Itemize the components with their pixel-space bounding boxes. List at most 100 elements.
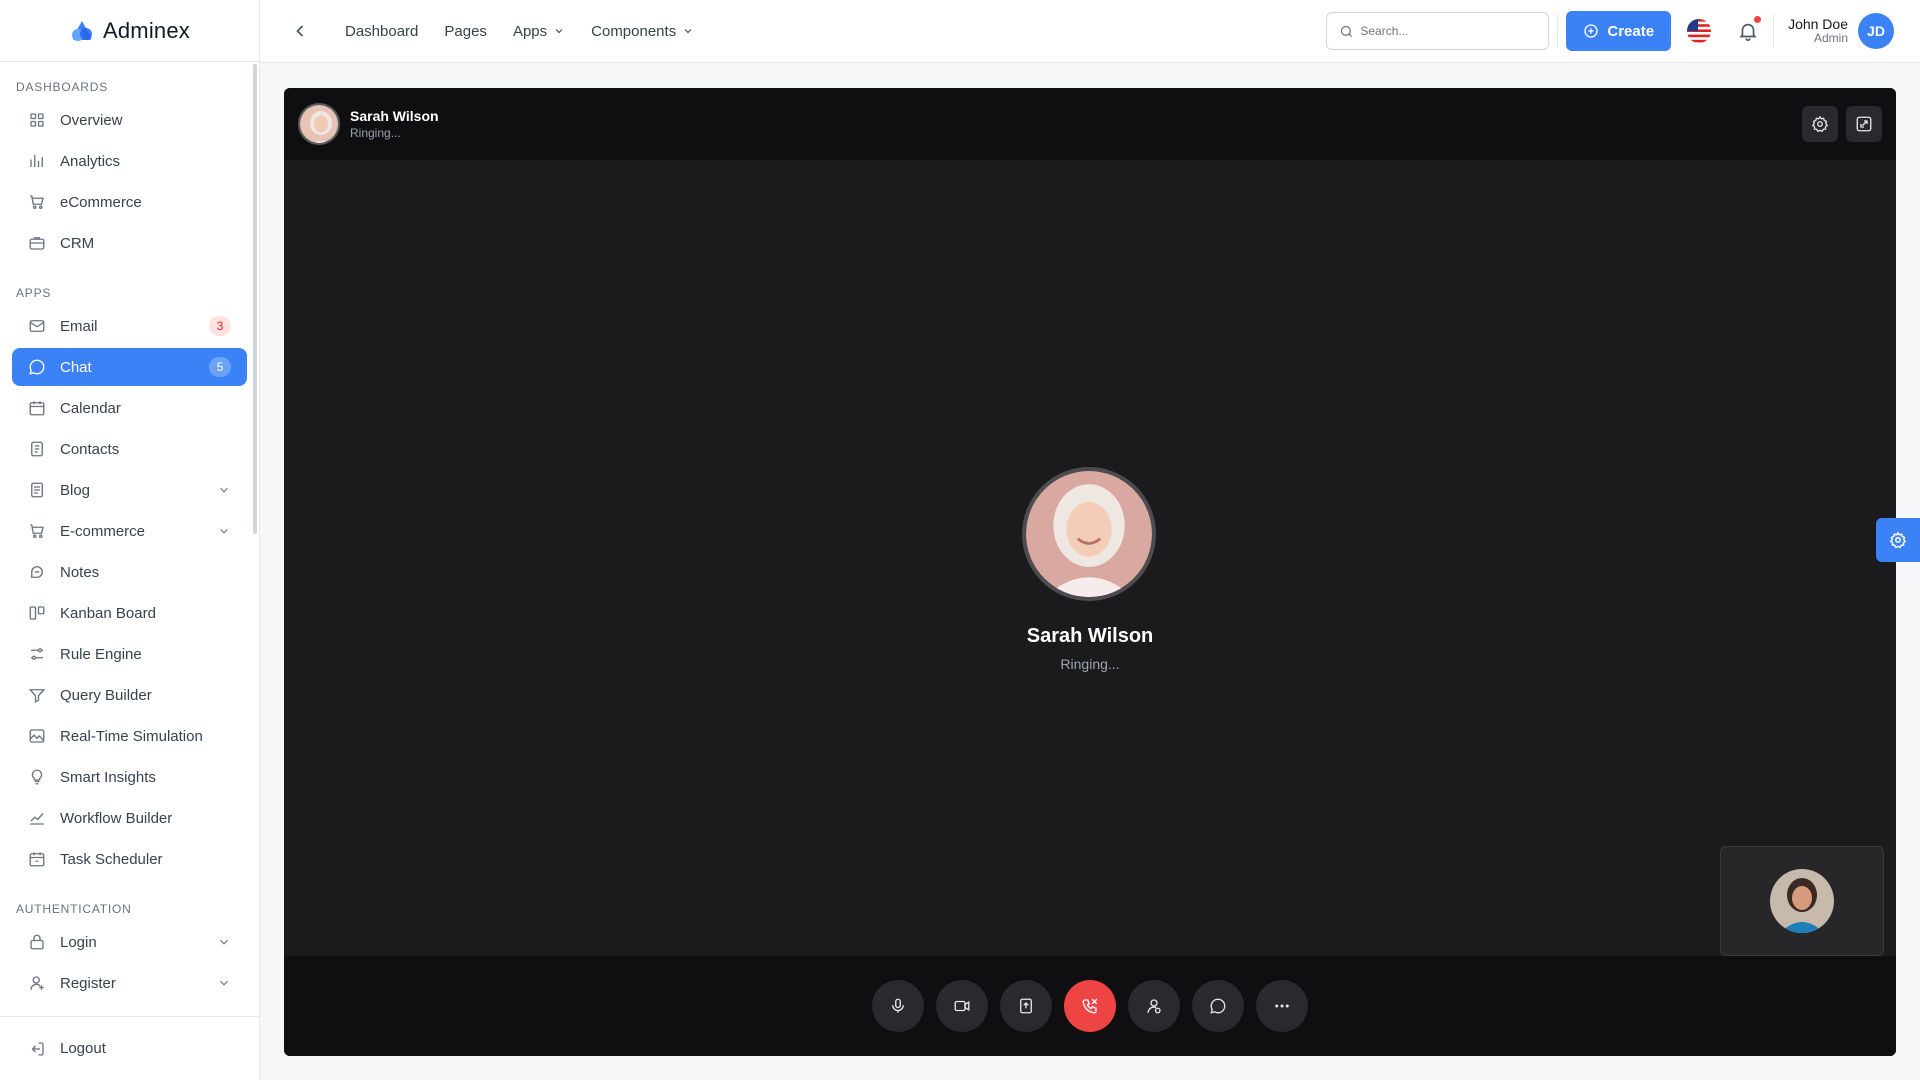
sidebar-item-label: Chat	[60, 358, 92, 376]
chat-button[interactable]	[1192, 980, 1244, 1032]
topnav-components[interactable]: Components	[591, 23, 694, 40]
share-screen-button[interactable]	[1000, 980, 1052, 1032]
sidebar-section-title: Authentication	[16, 902, 132, 916]
add-user-icon	[1147, 999, 1161, 1014]
us-flag-icon[interactable]	[1687, 19, 1712, 43]
screen-share-icon	[1020, 998, 1032, 1014]
add-participant-button[interactable]	[1128, 980, 1180, 1032]
topnav-label: Apps	[512, 22, 548, 40]
app-logo[interactable]: Adminex	[0, 0, 259, 62]
sidebar-item-label: Login	[60, 933, 97, 951]
chevron-down-icon	[555, 29, 563, 34]
sidebar-item-crm[interactable]: CRM	[12, 224, 247, 262]
sliders-icon	[31, 648, 43, 660]
mute-button[interactable]	[872, 980, 924, 1032]
sidebar-item-label: Notes	[60, 563, 100, 581]
video-call-panel: Sarah Wilson Ringing... Sarah Wilson Rin…	[284, 88, 1896, 1056]
topnav-apps[interactable]: Apps	[513, 23, 565, 40]
contact-avatar-large	[1022, 467, 1156, 601]
sidebar-item-task-scheduler[interactable]: Task Scheduler	[12, 840, 247, 878]
sidebar-item-email[interactable]: Email 3	[12, 307, 247, 345]
chat-icon	[29, 359, 45, 375]
expand-button[interactable]	[1846, 106, 1882, 142]
topnav-dashboard[interactable]: Dashboard	[345, 23, 418, 40]
notification-dot	[1754, 16, 1762, 23]
filter-icon	[28, 689, 46, 703]
sidebar-item-analytics[interactable]: Analytics	[12, 142, 247, 180]
camera-button[interactable]	[936, 980, 988, 1032]
line-chart-icon	[30, 813, 44, 825]
top-nav: Dashboard Pages Apps Components	[345, 23, 694, 40]
sidebar-item-ecommerce[interactable]: eCommerce	[12, 183, 247, 221]
plus-circle-icon	[1584, 24, 1599, 38]
sidebar-item-workflow-builder[interactable]: Workflow Builder	[12, 799, 247, 837]
sidebar-item-query-builder[interactable]: Query Builder	[12, 676, 247, 714]
briefcase-icon	[29, 237, 45, 250]
search-box[interactable]	[1326, 12, 1550, 50]
calendar-icon	[29, 401, 45, 416]
sidebar-item-smart-insights[interactable]: Smart Insights	[12, 758, 247, 796]
gear-icon	[1889, 531, 1907, 549]
chevron-down-icon	[220, 980, 228, 986]
sidebar-item-label: Kanban Board	[60, 604, 156, 622]
more-icon	[1275, 1004, 1289, 1008]
app-name: Adminex	[103, 17, 190, 43]
sidebar-item-e-commerce[interactable]: E-commerce	[12, 512, 247, 550]
user-menu[interactable]: John Doe Admin JD	[1788, 13, 1894, 49]
sidebar-item-blog[interactable]: Blog	[12, 471, 247, 509]
more-options-button[interactable]	[1256, 980, 1308, 1032]
bell-icon	[1739, 23, 1757, 41]
sidebar-item-overview[interactable]: Overview	[12, 101, 247, 139]
lock-icon	[30, 934, 44, 950]
call-header: Sarah Wilson Ringing...	[284, 88, 1896, 160]
logout-icon	[31, 1041, 44, 1056]
sidebar-item-chat[interactable]: Chat 5	[12, 348, 247, 386]
sidebar-item-label: Task Scheduler	[60, 850, 163, 868]
sidebar-item-notes[interactable]: Notes	[12, 553, 247, 591]
chat-icon	[1210, 998, 1226, 1014]
calendar-clock-icon	[29, 852, 45, 867]
call-controls	[284, 956, 1896, 1056]
sidebar-item-calendar[interactable]: Calendar	[12, 389, 247, 427]
topnav-pages[interactable]: Pages	[444, 23, 487, 40]
kanban-icon	[29, 606, 45, 620]
sidebar-item-real-time-simulation[interactable]: Real-Time Simulation	[12, 717, 247, 755]
avatar[interactable]: JD	[1858, 13, 1894, 49]
logout-button[interactable]: Logout	[0, 1016, 259, 1080]
theme-settings-button[interactable]	[1876, 518, 1920, 562]
end-call-button[interactable]	[1064, 980, 1116, 1032]
sidebar-item-label: eCommerce	[60, 193, 142, 211]
chevron-left-icon[interactable]	[290, 21, 310, 41]
sidebar-item-login[interactable]: Login	[12, 923, 247, 961]
search-input[interactable]	[1360, 24, 1531, 38]
bar-chart-icon	[30, 155, 43, 167]
contact-name: Sarah Wilson	[1026, 625, 1154, 647]
sidebar-item-label: E-commerce	[60, 522, 146, 540]
sidebar-scrollbar[interactable]	[253, 64, 257, 534]
create-button[interactable]: Create	[1566, 11, 1672, 51]
topnav-label: Dashboard	[345, 22, 419, 40]
contacts-icon	[31, 441, 43, 457]
call-settings-button[interactable]	[1802, 106, 1838, 142]
sidebar-section-title: Dashboards	[16, 80, 109, 94]
count-badge: 5	[209, 357, 231, 377]
sidebar-item-label: Workflow Builder	[60, 809, 173, 827]
video-icon	[954, 1000, 970, 1012]
sidebar-item-label: Overview	[60, 111, 123, 129]
call-contact-name: Sarah Wilson	[350, 108, 439, 124]
sidebar-item-kanban-board[interactable]: Kanban Board	[12, 594, 247, 632]
self-avatar	[1770, 869, 1834, 933]
sidebar-item-label: Calendar	[60, 399, 121, 417]
user-name: John Doe	[1788, 16, 1848, 33]
sidebar-item-rule-engine[interactable]: Rule Engine	[12, 635, 247, 673]
sidebar-item-label: CRM	[60, 234, 95, 252]
logout-label: Logout	[60, 1040, 106, 1057]
self-view-tile[interactable]	[1720, 846, 1884, 956]
mic-icon	[892, 998, 904, 1013]
sidebar-nav: Dashboards Overview Analytics eCommerce CRM A…	[0, 62, 259, 1016]
notifications-button[interactable]	[1737, 16, 1762, 42]
sidebar-item-label: Query Builder	[60, 686, 152, 704]
sidebar-item-contacts[interactable]: Contacts	[12, 430, 247, 468]
sidebar-item-register[interactable]: Register	[12, 964, 247, 1002]
sidebar-section-title: Apps	[16, 286, 52, 300]
